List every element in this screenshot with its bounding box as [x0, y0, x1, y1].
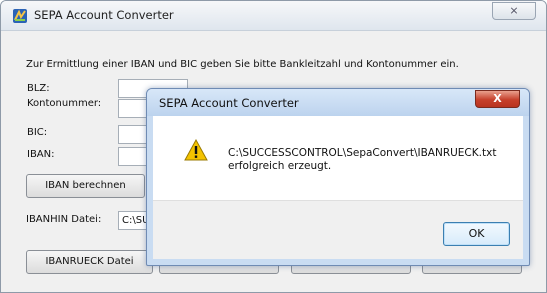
instruction-text: Zur Ermittlung einer IBAN und BIC geben … — [26, 59, 459, 70]
dialog-message-status: erfolgreich erzeugt. — [228, 160, 332, 172]
dialog-message-path: C:\SUCCESSCONTROL\SepaConvert\IBANRUECK.… — [228, 147, 497, 159]
ibanrueck-datei-button[interactable]: IBANRUECK Datei — [26, 250, 153, 274]
dialog-close-button[interactable]: X — [475, 90, 520, 108]
kontonummer-label: Kontonummer: — [27, 98, 102, 109]
dialog-title: SEPA Account Converter — [159, 96, 299, 110]
dialog-footer: OK — [153, 200, 523, 259]
close-button[interactable]: ⨯ — [492, 2, 536, 20]
close-icon: ⨯ — [509, 4, 519, 17]
bic-label: BIC: — [27, 127, 48, 138]
dialog-titlebar[interactable]: SEPA Account Converter X — [147, 89, 529, 116]
warning-icon — [184, 139, 208, 161]
iban-berechnen-button[interactable]: IBAN berechnen — [26, 174, 145, 198]
blz-label: BLZ: — [27, 83, 50, 94]
ibanhin-label: IBANHIN Datei: — [26, 214, 102, 225]
message-dialog: SEPA Account Converter X C:\SUCCESSCONTR… — [146, 88, 530, 266]
close-icon: X — [493, 92, 502, 105]
ok-button[interactable]: OK — [443, 222, 510, 246]
dialog-body: C:\SUCCESSCONTROL\SepaConvert\IBANRUECK.… — [153, 116, 523, 200]
main-titlebar[interactable]: SEPA Account Converter ⨯ — [1, 1, 546, 31]
iban-label: IBAN: — [27, 149, 55, 160]
window-title: SEPA Account Converter — [34, 8, 174, 22]
app-icon — [13, 9, 27, 23]
main-window: SEPA Account Converter ⨯ Zur Ermittlung … — [0, 0, 547, 293]
